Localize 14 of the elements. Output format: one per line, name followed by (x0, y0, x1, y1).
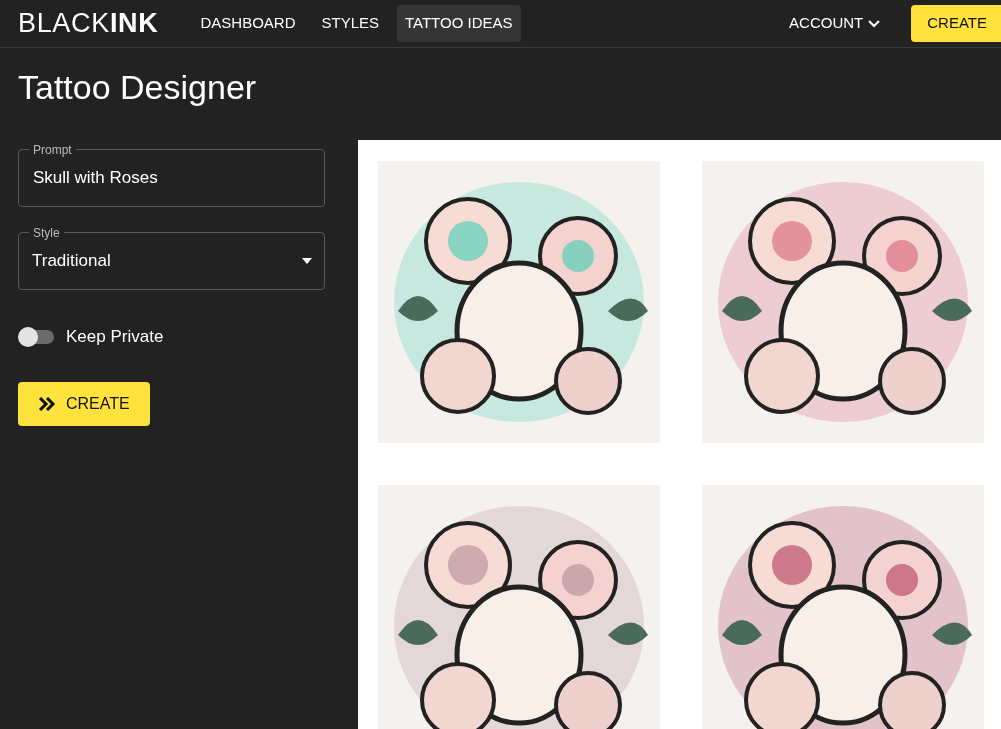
nav-tab[interactable]: STYLES (313, 5, 387, 42)
account-menu[interactable]: ACCOUNT (789, 12, 882, 35)
create-button[interactable]: CREATE (911, 5, 1001, 42)
field-value: Traditional (32, 250, 112, 273)
nav-tab[interactable]: DASHBOARD (192, 5, 304, 42)
logo[interactable]: BLACKINK (18, 10, 159, 37)
toggle-switch[interactable] (18, 326, 54, 347)
toggle-label: Keep Private (66, 326, 164, 348)
double-chevron-icon (38, 396, 56, 411)
dropdown-caret-icon (302, 258, 312, 264)
nav-tab[interactable]: TATTOO IDEAS (397, 5, 521, 42)
create-button[interactable]: CREATE (18, 381, 150, 426)
page-title: Tattoo Designer (17, 67, 258, 108)
field-value: Skull with Roses (33, 167, 158, 190)
